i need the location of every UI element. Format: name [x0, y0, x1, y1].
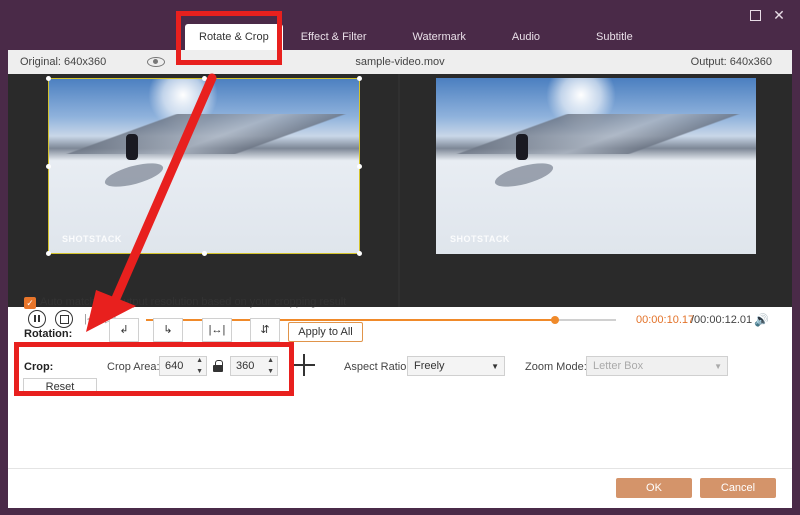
skier [516, 134, 528, 160]
dialog-footer: OK Cancel [8, 468, 792, 508]
rotate-right-button[interactable]: ↳ [153, 318, 183, 342]
title-bar: ✕ Rotate & Crop Effect & Filter Watermar… [0, 0, 800, 50]
aspect-ratio-value: Freely [414, 360, 445, 372]
crop-handle-right[interactable] [357, 164, 362, 169]
crop-handle-top[interactable] [202, 76, 207, 81]
pause-icon[interactable] [28, 310, 46, 328]
ok-button[interactable]: OK [616, 478, 692, 498]
zoom-mode-label: Zoom Mode: [525, 361, 587, 373]
automatch-label: Auto match the output resolution based o… [40, 296, 347, 308]
center-crosshair-icon[interactable] [293, 354, 315, 376]
aspect-ratio-select[interactable]: Freely ▼ [407, 356, 505, 376]
crop-handle-top-left[interactable] [46, 76, 51, 81]
close-icon[interactable]: ✕ [770, 6, 788, 24]
aspect-ratio-label: Aspect Ratio: [344, 361, 410, 373]
total-time: /00:00:12.01 [691, 314, 753, 326]
output-video-frame: SHOTSTACK [436, 78, 756, 254]
flip-vertical-button[interactable]: ⇵ [250, 318, 280, 342]
volume-icon[interactable]: 🔊 [754, 313, 769, 327]
highlight-tab-annotation [176, 11, 282, 65]
file-name: sample-video.mov [355, 56, 445, 68]
mountains [436, 114, 756, 154]
chevron-down-icon: ▼ [491, 362, 499, 371]
shotstack-watermark: SHOTSTACK [450, 234, 510, 244]
zoom-mode-value: Letter Box [593, 360, 644, 372]
tab-watermark[interactable]: Watermark [399, 24, 480, 50]
stop-icon[interactable] [55, 310, 73, 328]
automatch-checkbox[interactable]: ✓ [24, 297, 36, 309]
maximize-icon[interactable] [746, 6, 764, 24]
crop-handle-top-right[interactable] [357, 76, 362, 81]
original-preview: SHOTSTACK [8, 74, 398, 307]
chevron-down-icon: ▼ [714, 362, 722, 371]
current-time: 00:00:10.17 [636, 314, 695, 326]
skier-shadow [492, 158, 556, 192]
rotate-left-button[interactable]: ↲ [109, 318, 139, 342]
crop-handle-bottom-left[interactable] [46, 251, 51, 256]
tab-audio[interactable]: Audio [498, 24, 554, 50]
video-preview-area: SHOTSTACK SHOTSTACK [8, 74, 792, 307]
output-resolution: Output: 640x360 [690, 56, 772, 68]
rotation-label: Rotation: [24, 328, 73, 340]
apply-to-all-button[interactable]: Apply to All [288, 322, 363, 342]
previous-frame-icon[interactable]: |◁ [84, 312, 95, 325]
editor-panel: Original: 640x360 sample-video.mov Outpu… [8, 50, 792, 508]
zoom-mode-select[interactable]: Letter Box ▼ [586, 356, 728, 376]
highlight-crop-annotation [14, 342, 294, 396]
cancel-button[interactable]: Cancel [700, 478, 776, 498]
output-preview: SHOTSTACK [400, 74, 792, 307]
crop-handle-bottom-right[interactable] [357, 251, 362, 256]
progress-thumb[interactable] [550, 316, 559, 324]
tab-subtitle[interactable]: Subtitle [582, 24, 647, 50]
crop-handle-bottom[interactable] [202, 251, 207, 256]
crop-handle-left[interactable] [46, 164, 51, 169]
preview-header: Original: 640x360 sample-video.mov Outpu… [8, 50, 792, 74]
tab-effect-filter[interactable]: Effect & Filter [287, 24, 381, 50]
flip-horizontal-button[interactable]: |↔| [202, 318, 232, 342]
crop-selection-box[interactable] [46, 76, 362, 256]
